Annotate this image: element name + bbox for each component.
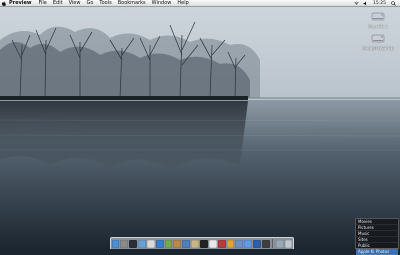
dock-separator (272, 239, 274, 248)
itunes-icon[interactable] (164, 239, 173, 248)
dashboard-icon[interactable] (129, 239, 138, 248)
terminal-icon[interactable] (200, 239, 208, 248)
iphoto-icon[interactable] (182, 239, 191, 248)
word-icon[interactable] (253, 239, 261, 248)
menu-go[interactable]: Go (86, 0, 93, 6)
finder-drawer: Movies Pictures Music Sites Public Apple… (355, 218, 399, 255)
menu-view[interactable]: View (69, 0, 81, 6)
apple-menu-icon[interactable] (2, 0, 6, 6)
menu-file[interactable]: File (39, 0, 47, 6)
hard-drive-icon (371, 34, 385, 43)
trash-icon[interactable] (284, 239, 293, 248)
menu-app-name[interactable]: Preview (9, 0, 32, 6)
documents-stack-icon[interactable] (275, 239, 284, 248)
menu-help[interactable]: Help (177, 0, 188, 6)
preview-icon[interactable] (191, 239, 199, 248)
ichat-icon[interactable] (244, 239, 253, 248)
menu-edit[interactable]: Edit (53, 0, 63, 6)
menu-bar: Preview File Edit View Go Tools Bookmark… (0, 0, 400, 7)
ical-icon[interactable] (146, 239, 155, 248)
safari-icon[interactable] (155, 239, 164, 248)
address-book-icon[interactable] (173, 239, 182, 248)
desktop-disk[interactable]: Mac HD 1 (361, 11, 395, 29)
menu-window[interactable]: Window (152, 0, 172, 6)
hard-drive-icon (371, 12, 385, 21)
textedit-icon[interactable] (208, 239, 217, 248)
finder-icon[interactable] (111, 239, 120, 248)
wifi-icon[interactable] (354, 1, 359, 6)
volume-icon[interactable] (363, 1, 368, 6)
menu-clock[interactable]: 15:25 (373, 1, 386, 6)
desktop-disk[interactable]: MACINTOSH HD (361, 33, 395, 51)
menu-extras: 15:25 (354, 1, 396, 6)
menu-tools[interactable]: Tools (99, 0, 111, 6)
garageband-icon[interactable] (226, 239, 235, 248)
system-preferences-icon[interactable] (120, 239, 129, 248)
imovie-icon[interactable] (235, 239, 244, 248)
spotlight-icon[interactable] (391, 0, 396, 6)
activity-monitor-icon[interactable] (261, 239, 270, 248)
dock (110, 237, 294, 249)
photo-booth-icon[interactable] (217, 239, 226, 248)
desktop-wallpaper (0, 0, 400, 250)
menu-bookmarks[interactable]: Bookmarks (118, 0, 146, 6)
disk-label: Mac HD 1 (368, 24, 388, 29)
disk-label: MACINTOSH HD (362, 46, 394, 51)
mail-icon[interactable] (138, 239, 146, 248)
